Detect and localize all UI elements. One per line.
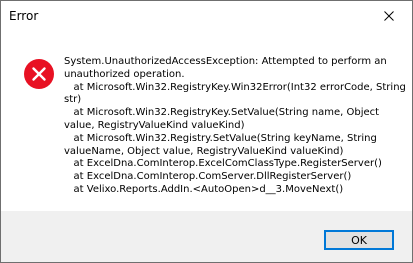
dialog-content: System.UnauthorizedAccessException: Atte… xyxy=(1,31,412,211)
close-icon xyxy=(384,11,394,21)
window-title: Error xyxy=(9,9,39,23)
error-dialog: Error System.UnauthorizedAccessException… xyxy=(0,0,413,263)
button-bar: OK xyxy=(1,211,412,262)
error-message: System.UnauthorizedAccessException: Atte… xyxy=(64,56,406,195)
error-icon xyxy=(24,59,54,89)
title-bar[interactable]: Error xyxy=(1,1,412,31)
ok-button[interactable]: OK xyxy=(324,230,394,250)
close-button[interactable] xyxy=(372,1,406,31)
